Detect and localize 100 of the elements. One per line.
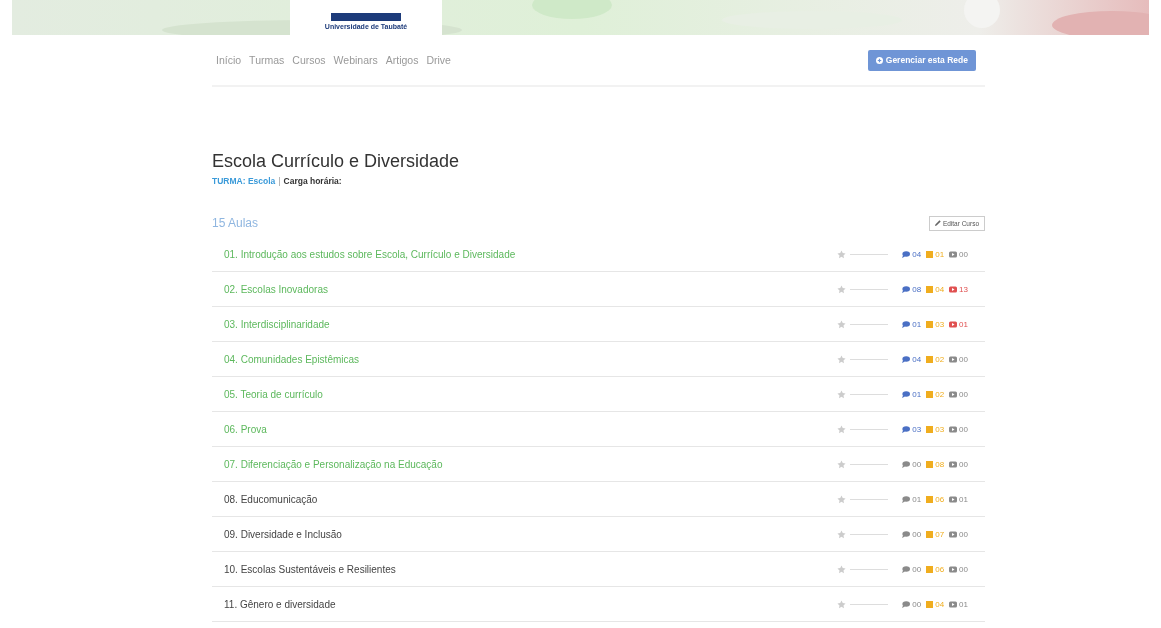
video-icon — [949, 320, 958, 328]
file-icon — [926, 565, 934, 573]
lesson-link[interactable]: 09. Diversidade e Inclusão — [224, 528, 838, 540]
video-icon — [949, 495, 958, 503]
lesson-link[interactable]: 01. Introdução aos estudos sobre Escola, Currículo e Diversidade — [224, 248, 838, 260]
lesson-link[interactable]: 10. Escolas Sustentáveis e Resilientes — [224, 563, 838, 575]
nav-link[interactable]: Drive — [426, 54, 451, 66]
file-icon — [926, 285, 934, 293]
lesson-link[interactable]: 07. Diferenciação e Personalização na Educação — [224, 458, 838, 470]
speech-bubble-icon — [902, 320, 911, 328]
video-icon — [949, 460, 958, 468]
count-label: 00 — [959, 249, 968, 259]
count-label: 04 — [935, 599, 945, 609]
speech-bubble-icon — [902, 565, 911, 573]
file-icon — [926, 600, 934, 608]
lesson-link[interactable]: 06. Prova — [224, 423, 838, 435]
speech-bubble-icon — [902, 495, 911, 503]
count-label: 01 — [912, 319, 922, 329]
count-label: 07 — [935, 529, 945, 539]
progress-line — [850, 533, 889, 535]
count-label: 01 — [935, 249, 945, 259]
separator: | — [278, 176, 281, 186]
progress-line — [850, 568, 889, 570]
lesson-link[interactable]: 03. Interdisciplinaridade — [224, 318, 838, 330]
manage-network-button[interactable]: Gerenciar esta Rede — [867, 49, 976, 71]
lesson-link[interactable]: 08. Educomunicação — [224, 493, 838, 505]
video-icon — [949, 565, 958, 573]
lesson-link[interactable]: 11. Gênero e diversidade — [224, 598, 838, 610]
class-label[interactable]: TURMA: Escola — [212, 176, 276, 186]
star-icon[interactable] — [837, 284, 847, 294]
count-label: 03 — [935, 319, 945, 329]
nav-link[interactable]: Turmas — [249, 54, 285, 66]
speech-bubble-icon — [902, 285, 911, 293]
star-icon[interactable] — [837, 529, 847, 539]
count-label: 01 — [959, 494, 968, 504]
progress-line — [850, 323, 889, 325]
lesson-link[interactable]: 02. Escolas Inovadoras — [224, 283, 838, 295]
count-label: 01 — [912, 494, 922, 504]
count-label: 04 — [935, 284, 945, 294]
progress-line — [850, 288, 889, 290]
star-icon[interactable] — [837, 494, 847, 504]
count-label: 00 — [959, 564, 968, 574]
logo-mark — [331, 13, 401, 21]
lesson-count: 15 Aulas — [212, 216, 259, 230]
count-label: 02 — [935, 389, 945, 399]
count-label: 04 — [912, 249, 922, 259]
count-label: 01 — [959, 599, 968, 609]
progress-line — [850, 603, 889, 605]
star-icon[interactable] — [837, 599, 847, 609]
pencil-icon — [934, 220, 941, 226]
star-icon[interactable] — [837, 249, 847, 259]
count-label: 06 — [935, 494, 945, 504]
nav-link[interactable]: Webinars — [333, 54, 378, 66]
lesson-link[interactable]: 05. Teoria de currículo — [224, 388, 838, 400]
count-label: 00 — [959, 354, 968, 364]
video-icon — [949, 250, 958, 258]
count-label: 03 — [935, 424, 945, 434]
count-label: 03 — [912, 424, 922, 434]
file-icon — [926, 460, 934, 468]
speech-bubble-icon — [902, 425, 911, 433]
speech-bubble-icon — [902, 600, 911, 608]
star-icon[interactable] — [837, 424, 847, 434]
count-label: 00 — [912, 459, 922, 469]
video-icon — [949, 425, 958, 433]
speech-bubble-icon — [902, 250, 911, 258]
workload-label: Carga horária: — [283, 176, 342, 186]
count-label: 06 — [935, 564, 945, 574]
progress-line — [850, 463, 889, 465]
lesson-link[interactable]: 04. Comunidades Epistêmicas — [224, 353, 838, 365]
video-icon — [949, 600, 958, 608]
star-icon[interactable] — [837, 354, 847, 364]
speech-bubble-icon — [902, 355, 911, 363]
file-icon — [926, 495, 934, 503]
file-icon — [926, 425, 934, 433]
count-label: 00 — [912, 529, 922, 539]
count-label: 13 — [959, 284, 968, 294]
speech-bubble-icon — [902, 530, 911, 538]
count-label: 00 — [959, 424, 968, 434]
file-icon — [926, 320, 934, 328]
video-icon — [949, 390, 958, 398]
nav-link[interactable]: Artigos — [385, 54, 419, 66]
star-icon[interactable] — [837, 389, 847, 399]
file-icon — [926, 250, 934, 258]
nav-link[interactable]: Início — [216, 54, 242, 66]
count-label: 02 — [935, 354, 945, 364]
count-label: 01 — [912, 389, 922, 399]
count-label: 08 — [912, 284, 922, 294]
progress-line — [850, 358, 889, 360]
count-label: 00 — [959, 529, 968, 539]
progress-line — [850, 393, 889, 395]
plus-circle-icon — [875, 56, 883, 64]
nav-link[interactable]: Cursos — [292, 54, 326, 66]
speech-bubble-icon — [902, 460, 911, 468]
count-label: 00 — [912, 599, 922, 609]
file-icon — [926, 355, 934, 363]
star-icon[interactable] — [837, 564, 847, 574]
count-label: 00 — [959, 459, 968, 469]
star-icon[interactable] — [837, 459, 847, 469]
count-label: 00 — [912, 564, 922, 574]
star-icon[interactable] — [837, 319, 847, 329]
